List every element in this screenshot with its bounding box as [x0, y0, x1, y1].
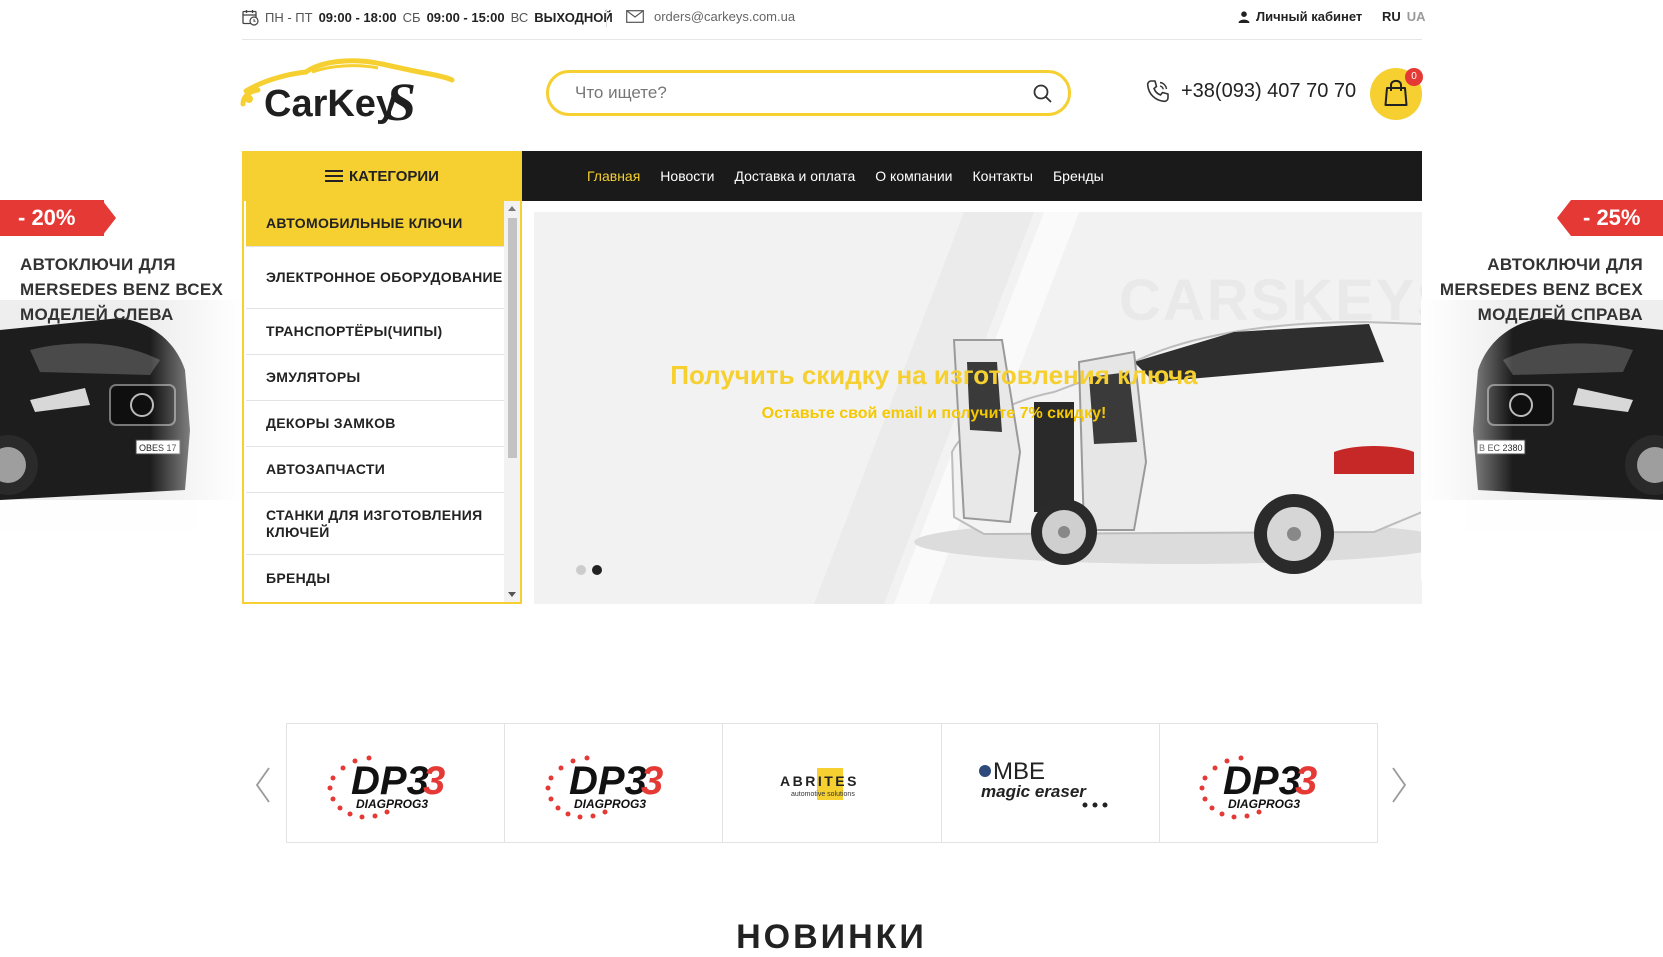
mbe-logo-subtext: magic eraser	[981, 782, 1087, 801]
dp3-logo-image: DP3 3 DIAGPROG3	[327, 755, 445, 820]
scroll-up-arrow[interactable]	[508, 206, 516, 211]
hours-days-1: ПН - ПТ	[265, 10, 313, 25]
lang-ru[interactable]: RU	[1382, 9, 1401, 24]
carousel-next-arrow[interactable]	[1389, 765, 1409, 805]
nav-delivery[interactable]: Доставка и оплата	[735, 168, 856, 184]
promo-left-banner[interactable]: OBES 17 - 20% АВТОКЛЮЧИ ДЛЯ MERSEDES BEN…	[0, 200, 242, 580]
promo-left-line-2: MERSEDES BENZ ВСЕХ	[20, 280, 224, 299]
category-menu: АВТОМОБИЛЬНЫЕ КЛЮЧИ ЭЛЕКТРОННОЕ ОБОРУДОВ…	[242, 201, 522, 604]
svg-text:S: S	[386, 72, 416, 130]
categories-label: КАТЕГОРИИ	[349, 167, 439, 185]
search-icon[interactable]	[1033, 84, 1052, 103]
categories-button[interactable]: КАТЕГОРИИ	[242, 151, 522, 201]
brand-logo-abrites[interactable]: ABRITES automotive solutions	[723, 724, 942, 842]
promo-left-line-3: МОДЕЛЕЙ СЛЕВА	[20, 305, 174, 324]
hours-time-3: ВЫХОДНОЙ	[534, 10, 613, 25]
category-auto-parts[interactable]: АВТОЗАПЧАСТИ	[246, 447, 504, 493]
brands-carousel: DP3 3 DIAGPROG3 DP3 3 DIAGPROG3 ABRITES …	[286, 723, 1378, 843]
nav-news[interactable]: Новости	[660, 168, 714, 184]
top-bar: ПН - ПТ 09:00 - 18:00 СБ 09:00 - 15:00 В…	[242, 0, 1426, 40]
account-link[interactable]: Личный кабинет	[1238, 9, 1362, 24]
category-scrollbar[interactable]	[504, 201, 520, 602]
brand-logo-dp3[interactable]: DP3 3 DIAGPROG3	[505, 724, 724, 842]
abrites-logo-subtext: automotive solutions	[791, 791, 855, 798]
promo-right-line-1: АВТОКЛЮЧИ ДЛЯ	[1487, 255, 1643, 274]
phone-contact[interactable]: +38(093) 407 70 70	[1145, 78, 1356, 104]
scrollbar-thumb[interactable]	[508, 218, 517, 458]
search-input[interactable]	[575, 73, 1015, 113]
abrites-logo-image: ABRITES automotive solutions	[780, 768, 859, 800]
carousel-prev-arrow[interactable]	[253, 765, 273, 805]
category-key-machines[interactable]: СТАНКИ ДЛЯ ИЗГОТОВЛЕНИЯ КЛЮЧЕЙ	[246, 493, 504, 555]
promo-left-text: АВТОКЛЮЧИ ДЛЯ MERSEDES BENZ ВСЕХ МОДЕЛЕЙ…	[20, 252, 223, 327]
slider-pagination	[576, 565, 602, 575]
phone-icon	[1146, 80, 1169, 103]
topbar-divider	[606, 9, 607, 27]
envelope-icon	[626, 10, 644, 23]
dp3-logo-subtext: DIAGPROG3	[1228, 797, 1300, 811]
slider-dot-1[interactable]	[576, 565, 586, 575]
mbe-logo-image: MBE magic eraser	[979, 758, 1108, 808]
brand-logo-dp3[interactable]: DP3 3 DIAGPROG3	[1160, 724, 1377, 842]
slider-dot-2[interactable]	[592, 565, 602, 575]
email-text: orders@carkeys.com.ua	[654, 9, 796, 24]
discount-badge-left: - 20%	[0, 200, 104, 236]
category-electronic-equipment[interactable]: ЭЛЕКТРОННОЕ ОБОРУДОВАНИЕ	[246, 247, 504, 309]
category-transponders[interactable]: ТРАНСПОРТЁРЫ(ЧИПЫ)	[246, 309, 504, 355]
category-brands[interactable]: БРЕНДЫ	[246, 555, 504, 601]
promo-right-text: АВТОКЛЮЧИ ДЛЯ MERSEDES BENZ ВСЕХ МОДЕЛЕЙ…	[1440, 252, 1643, 327]
logo-image: CarKey S	[240, 58, 455, 132]
hours-days-2: СБ	[402, 10, 421, 25]
account-label: Личный кабинет	[1256, 9, 1363, 24]
category-car-keys[interactable]: АВТОМОБИЛЬНЫЕ КЛЮЧИ	[246, 201, 504, 247]
hours-time-1: 09:00 - 18:00	[318, 10, 397, 25]
dp3-logo-subtext: DIAGPROG3	[356, 797, 428, 811]
promo-right-line-2: MERSEDES BENZ ВСЕХ	[1439, 280, 1643, 299]
cart-count-badge: 0	[1405, 68, 1423, 86]
dp3-logo-image: DP3 3 DIAGPROG3	[1199, 755, 1318, 820]
dp3-logo-subtext: DIAGPROG3	[574, 797, 646, 811]
nav-home[interactable]: Главная	[587, 168, 640, 184]
search-box	[546, 70, 1071, 116]
new-arrivals-heading: НОВИНКИ	[736, 918, 927, 956]
abrites-logo-text: ABRITES	[780, 773, 859, 789]
cart-button[interactable]: 0	[1370, 68, 1423, 120]
svg-text:CarKey: CarKey	[264, 83, 397, 125]
brand-logo-dp3[interactable]: DP3 3 DIAGPROG3	[287, 724, 506, 842]
badge-tail-left	[102, 200, 116, 236]
phone-number: +38(093) 407 70 70	[1181, 79, 1357, 102]
nav-about[interactable]: О компании	[875, 168, 952, 184]
site-logo[interactable]: CarKey S	[240, 58, 455, 132]
brand-logo-mbe[interactable]: MBE magic eraser	[942, 724, 1160, 842]
calendar-clock-icon	[242, 10, 259, 26]
promo-right-banner[interactable]: B EC 2380 - 25% АВТОКЛЮЧИ ДЛЯ MERSEDES B…	[1421, 200, 1663, 580]
working-hours: ПН - ПТ 09:00 - 18:00 СБ 09:00 - 15:00 В…	[242, 9, 613, 26]
nav-contacts[interactable]: Контакты	[973, 168, 1033, 184]
hero-slider: CARSKEYS Получить скидку на изготовления…	[534, 212, 1422, 604]
category-emulators[interactable]: ЭМУЛЯТОРЫ	[246, 355, 504, 401]
nav-brands[interactable]: Бренды	[1053, 168, 1104, 184]
language-switcher: RU UA	[1382, 9, 1426, 24]
discount-badge-right: - 25%	[1571, 200, 1663, 236]
menu-icon	[325, 170, 344, 182]
category-lock-decors[interactable]: ДЕКОРЫ ЗАМКОВ	[246, 401, 504, 447]
hours-time-2: 09:00 - 15:00	[426, 10, 505, 25]
mbe-logo-text: MBE	[993, 758, 1045, 785]
lang-ua[interactable]: UA	[1407, 9, 1426, 24]
promo-left-line-1: АВТОКЛЮЧИ ДЛЯ	[20, 255, 176, 274]
hours-days-3: ВС	[510, 10, 529, 25]
scroll-down-arrow[interactable]	[508, 592, 516, 597]
promo-right-line-3: МОДЕЛЕЙ СПРАВА	[1477, 305, 1643, 324]
slide-title: Получить скидку на изготовления ключа	[670, 360, 1198, 390]
badge-tail-right	[1557, 200, 1571, 236]
user-icon	[1238, 10, 1250, 23]
dp3-logo-image: DP3 3 DIAGPROG3	[545, 755, 663, 820]
main-navigation: Главная Новости Доставка и оплата О комп…	[522, 151, 1422, 201]
email-link[interactable]: orders@carkeys.com.ua	[626, 9, 795, 24]
slide-subtitle: Оставьте свой email и получите 7% скидку…	[761, 405, 1107, 422]
